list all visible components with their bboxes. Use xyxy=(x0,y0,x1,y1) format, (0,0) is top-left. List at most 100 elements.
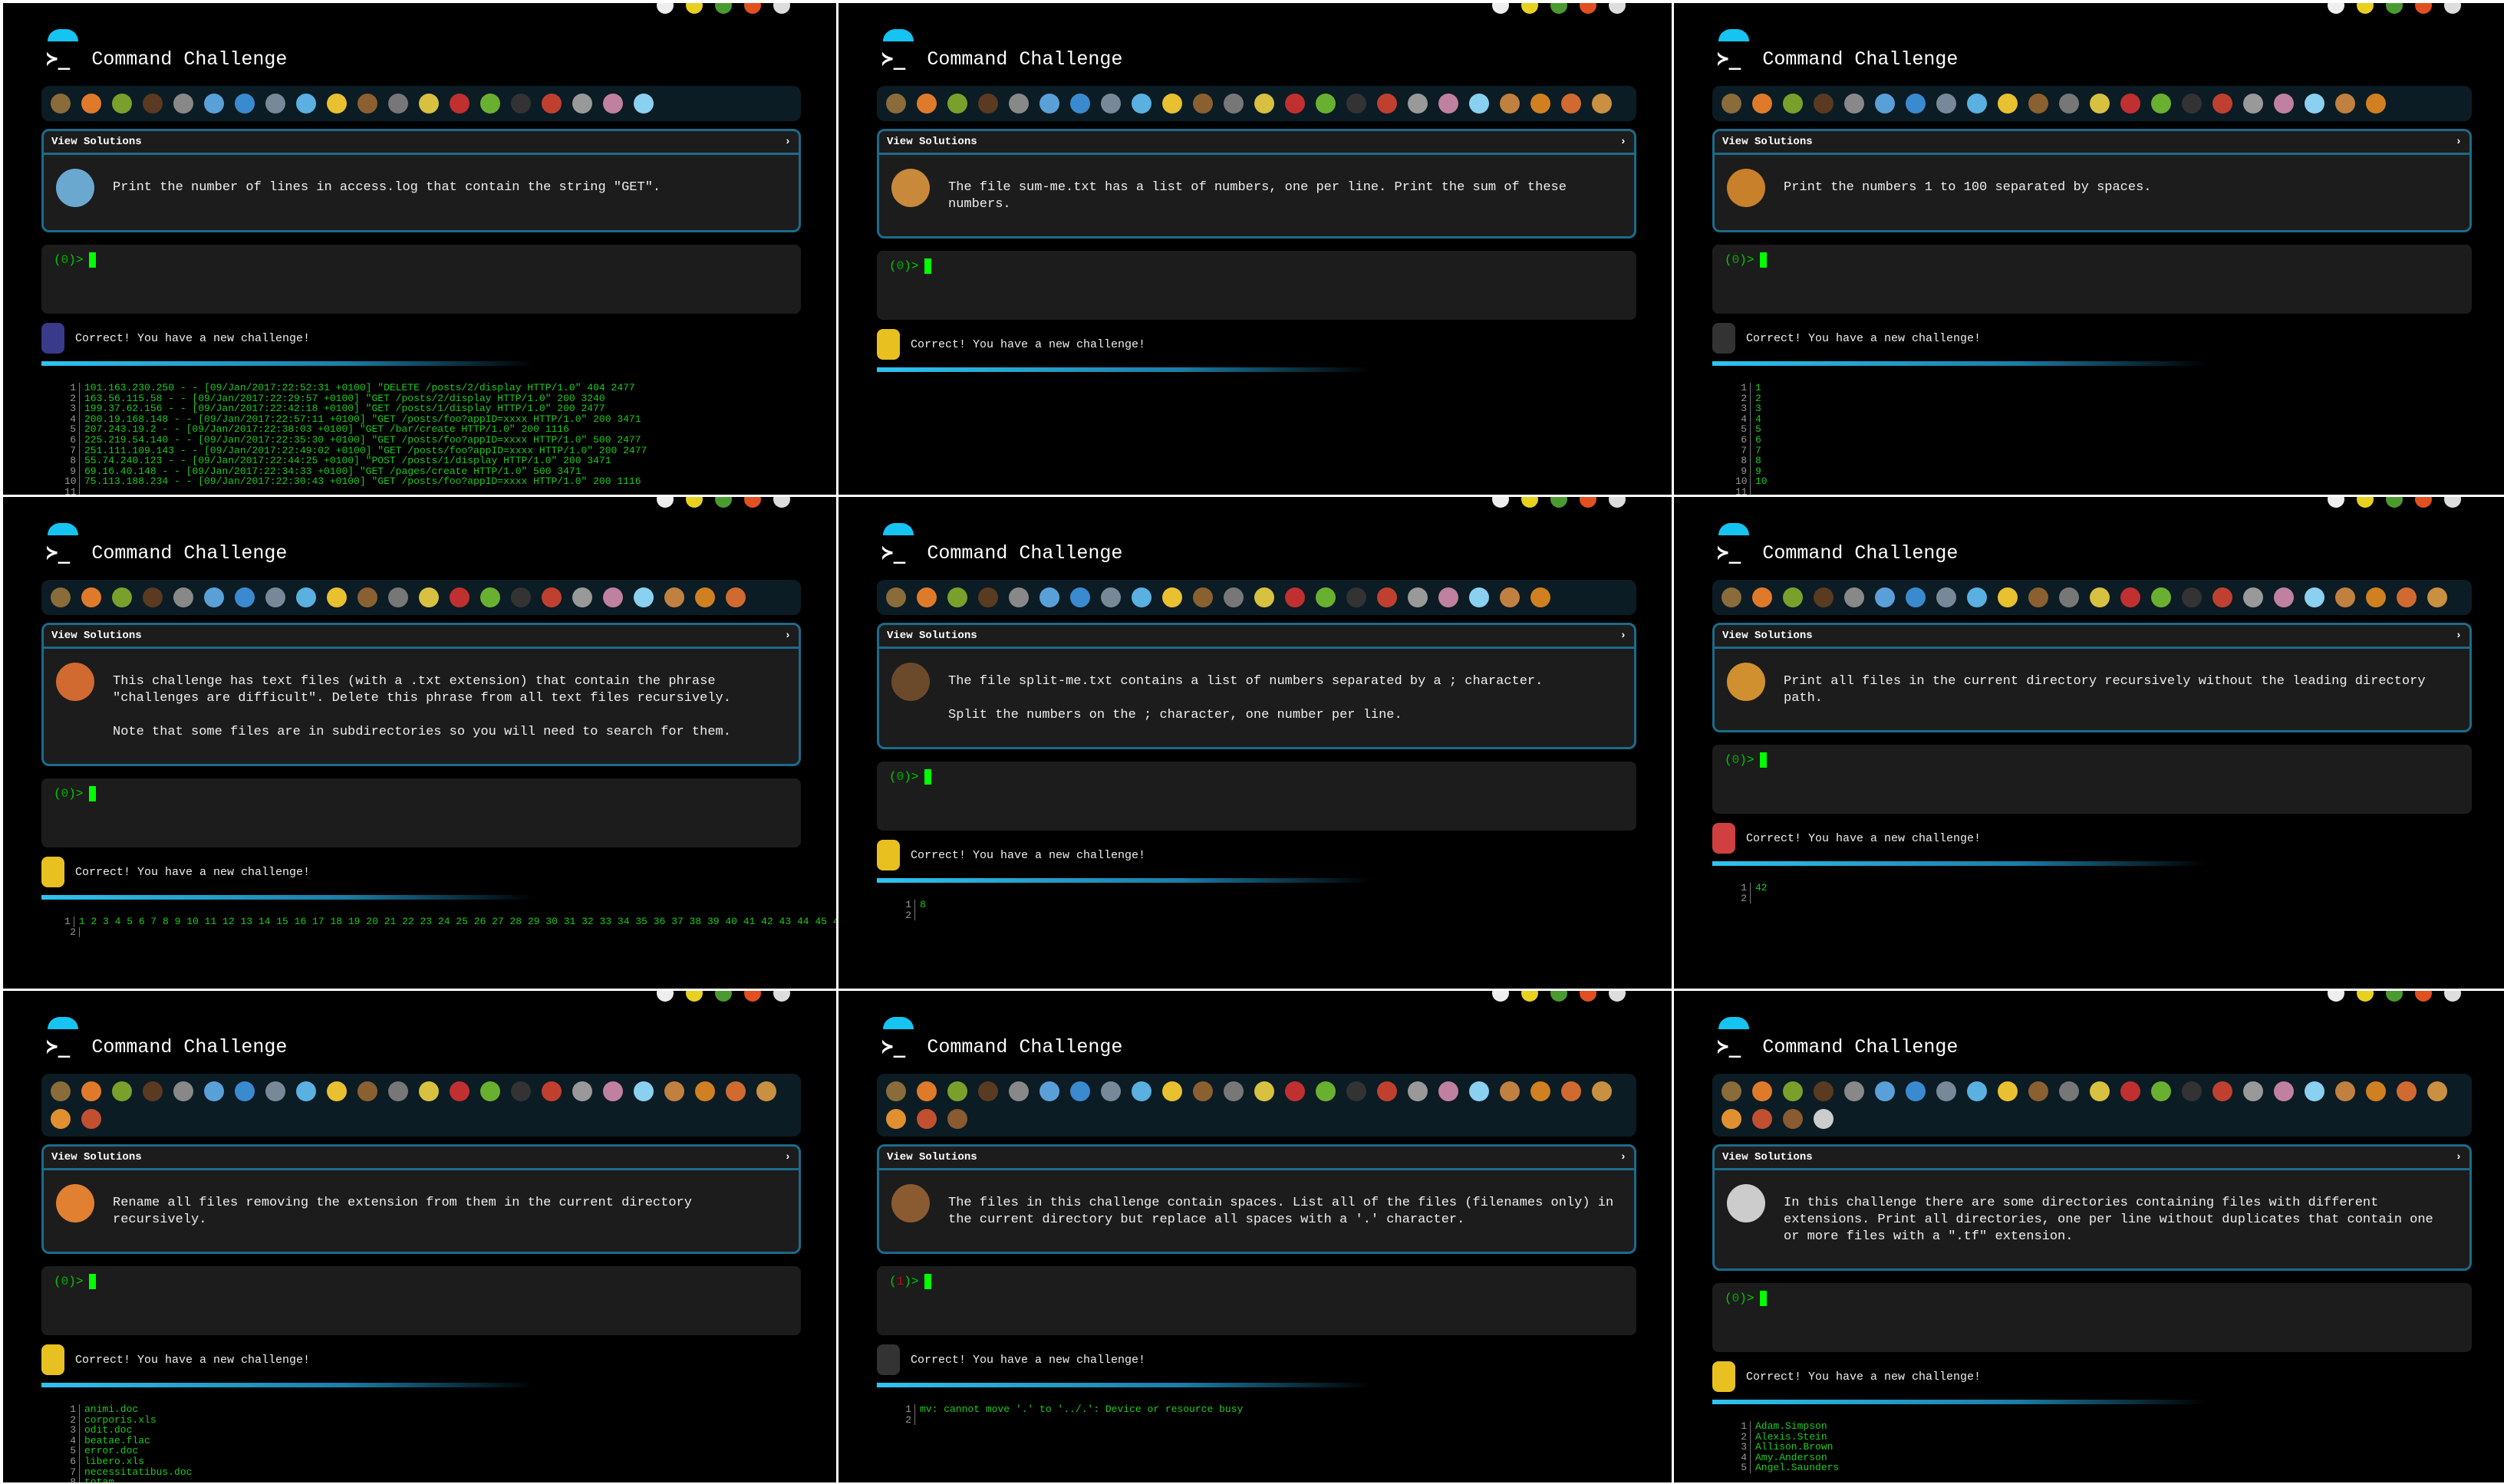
achievement-icon[interactable] xyxy=(2274,1081,2294,1101)
terminal-icon[interactable] xyxy=(2328,497,2344,508)
achievement-icon[interactable] xyxy=(1814,1109,1834,1129)
achievement-icon[interactable] xyxy=(886,1109,906,1129)
terminal-icon[interactable] xyxy=(2328,991,2344,1002)
achievement-icon[interactable] xyxy=(143,587,163,607)
achievement-icon[interactable] xyxy=(634,587,654,607)
achievement-icon[interactable] xyxy=(978,1081,998,1101)
achievement-icon[interactable] xyxy=(511,94,531,114)
mail-icon[interactable] xyxy=(1609,991,1626,1002)
achievement-icon[interactable] xyxy=(2059,587,2079,607)
achievement-icon[interactable] xyxy=(1722,1109,1741,1129)
achievement-icon[interactable] xyxy=(1009,1081,1029,1101)
achievement-icon[interactable] xyxy=(1162,587,1182,607)
terminal-input[interactable]: (1)> xyxy=(877,1266,1636,1335)
mail-icon[interactable] xyxy=(1609,3,1626,14)
tree-icon[interactable] xyxy=(1550,991,1567,1002)
achievement-icon[interactable] xyxy=(2151,94,2171,114)
achievement-icon[interactable] xyxy=(978,587,998,607)
achievement-icon[interactable] xyxy=(296,1081,316,1101)
achievement-icon[interactable] xyxy=(917,587,937,607)
terminal-input[interactable]: (0)> xyxy=(41,245,801,314)
achievement-icon[interactable] xyxy=(2120,94,2140,114)
view-solutions-button[interactable]: View Solutions › xyxy=(44,131,799,155)
achievement-icon[interactable] xyxy=(664,1081,684,1101)
achievement-icon[interactable] xyxy=(1500,587,1520,607)
achievement-icon[interactable] xyxy=(1408,587,1428,607)
achievement-icon[interactable] xyxy=(1162,1081,1182,1101)
achievement-icon[interactable] xyxy=(143,94,163,114)
achievement-icon[interactable] xyxy=(1967,94,1987,114)
achievement-icon[interactable] xyxy=(2151,587,2171,607)
achievement-icon[interactable] xyxy=(143,1081,163,1101)
mail-icon[interactable] xyxy=(773,991,790,1002)
achievement-icon[interactable] xyxy=(419,1081,439,1101)
achievement-icon[interactable] xyxy=(1193,1081,1213,1101)
achievement-icon[interactable] xyxy=(1070,1081,1090,1101)
achievement-icon[interactable] xyxy=(296,94,316,114)
view-solutions-button[interactable]: View Solutions › xyxy=(879,131,1634,155)
achievement-icon[interactable] xyxy=(542,94,562,114)
achievement-icon[interactable] xyxy=(2028,94,2048,114)
achievement-icon[interactable] xyxy=(1998,587,2018,607)
achievement-icon[interactable] xyxy=(327,1081,347,1101)
achievement-icon[interactable] xyxy=(1346,587,1366,607)
achievement-icon[interactable] xyxy=(2182,94,2202,114)
terminal-icon[interactable] xyxy=(2328,3,2344,14)
achievement-icon[interactable] xyxy=(1408,94,1428,114)
achievement-icon[interactable] xyxy=(1998,94,2018,114)
achievement-icon[interactable] xyxy=(1500,1081,1520,1101)
achievement-icon[interactable] xyxy=(2059,1081,2079,1101)
achievement-icon[interactable] xyxy=(947,1109,967,1129)
achievement-icon[interactable] xyxy=(327,94,347,114)
tree-icon[interactable] xyxy=(1550,497,1567,508)
achievement-icon[interactable] xyxy=(2335,1081,2355,1101)
achievement-icon[interactable] xyxy=(947,1081,967,1101)
achievement-icon[interactable] xyxy=(1377,94,1397,114)
achievement-icon[interactable] xyxy=(1224,1081,1244,1101)
achievement-icon[interactable] xyxy=(204,94,224,114)
achievement-icon[interactable] xyxy=(1438,587,1458,607)
terminal-icon[interactable] xyxy=(657,3,674,14)
achievement-icon[interactable] xyxy=(388,94,408,114)
achievement-icon[interactable] xyxy=(419,587,439,607)
fire-icon[interactable] xyxy=(2415,991,2432,1002)
achievement-icon[interactable] xyxy=(1783,1081,1803,1101)
terminal-input[interactable]: (0)> xyxy=(1712,745,2472,814)
achievement-icon[interactable] xyxy=(1162,94,1182,114)
mail-icon[interactable] xyxy=(2444,991,2461,1002)
tree-icon[interactable] xyxy=(2386,3,2403,14)
achievement-icon[interactable] xyxy=(542,1081,562,1101)
achievement-icon[interactable] xyxy=(1875,1081,1895,1101)
tree-icon[interactable] xyxy=(715,991,732,1002)
achievement-icon[interactable] xyxy=(1039,587,1059,607)
achievement-icon[interactable] xyxy=(2212,587,2232,607)
achievement-icon[interactable] xyxy=(1561,1081,1581,1101)
achievement-icon[interactable] xyxy=(2120,587,2140,607)
achievement-icon[interactable] xyxy=(357,94,377,114)
view-solutions-button[interactable]: View Solutions › xyxy=(879,1147,1634,1170)
achievement-icon[interactable] xyxy=(1530,1081,1550,1101)
achievement-icon[interactable] xyxy=(603,587,623,607)
achievement-icon[interactable] xyxy=(450,94,470,114)
achievement-icon[interactable] xyxy=(1039,94,1059,114)
achievement-icon[interactable] xyxy=(1438,1081,1458,1101)
achievement-icon[interactable] xyxy=(1936,587,1956,607)
lightbulb-icon[interactable] xyxy=(2357,991,2374,1002)
achievement-icon[interactable] xyxy=(327,587,347,607)
achievement-icon[interactable] xyxy=(480,587,500,607)
achievement-icon[interactable] xyxy=(51,1081,71,1101)
view-solutions-button[interactable]: View Solutions › xyxy=(1715,1147,2469,1170)
achievement-icon[interactable] xyxy=(1998,1081,2018,1101)
achievement-icon[interactable] xyxy=(2335,94,2355,114)
achievement-icon[interactable] xyxy=(2090,94,2110,114)
terminal-input[interactable]: (0)> xyxy=(877,762,1636,831)
achievement-icon[interactable] xyxy=(2212,1081,2232,1101)
achievement-icon[interactable] xyxy=(1009,587,1029,607)
lightbulb-icon[interactable] xyxy=(686,497,703,508)
achievement-icon[interactable] xyxy=(1906,587,1926,607)
achievement-icon[interactable] xyxy=(1346,1081,1366,1101)
achievement-icon[interactable] xyxy=(2427,1081,2447,1101)
achievement-icon[interactable] xyxy=(2366,587,2386,607)
achievement-icon[interactable] xyxy=(1752,587,1772,607)
fire-icon[interactable] xyxy=(744,497,761,508)
